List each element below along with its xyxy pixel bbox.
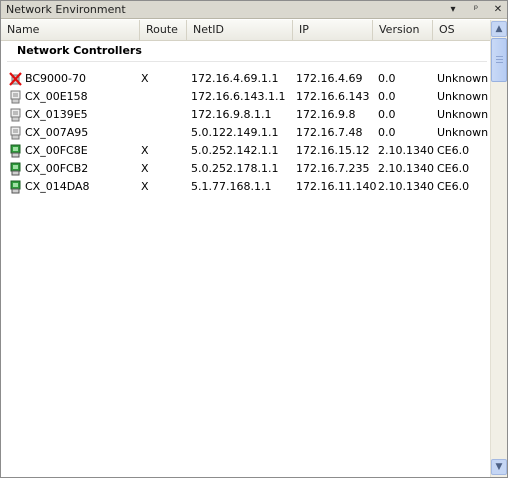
cell-version: 2.10.1340 [378,180,434,193]
scroll-down-button[interactable]: ▼ [491,459,507,475]
column-header-netid[interactable]: NetID [187,20,293,40]
cell-version: 2.10.1340 [378,144,434,157]
cell-name: CX_014DA8 [25,180,90,193]
cell-os: CE6.0 [437,162,470,175]
cell-ip: 172.16.6.143 [296,90,370,103]
cell-ip: 172.16.11.140 [296,180,377,193]
cell-netid: 5.1.77.168.1.1 [191,180,272,193]
cell-ip: 172.16.7.48 [296,126,363,139]
table-row[interactable]: BC9000-70 X 172.16.4.69.1.1 172.16.4.69 0.0 U… [1,70,490,88]
column-header-name[interactable]: Name [1,20,140,40]
column-header-route[interactable]: Route [140,20,187,40]
table-row[interactable]: CX_0139E5 172.16.9.8.1.1 172.16.9.8 0.0 Unkn… [1,106,490,124]
column-header-os[interactable]: OS [433,20,490,40]
thumb-grip [496,59,503,60]
scroll-up-button[interactable]: ▲ [491,21,507,37]
table-row[interactable]: CX_00E158 172.16.6.143.1.1 172.16.6.143 0.0… [1,88,490,106]
table-row[interactable]: CX_00FCB2 X 5.0.252.178.1.1 172.16.7.235 2.1… [1,160,490,178]
device-gray-icon [9,108,22,122]
group-divider [7,61,487,62]
scroll-thumb[interactable] [491,38,507,82]
cell-os: Unknown [437,90,489,103]
cell-netid: 172.16.9.8.1.1 [191,108,272,121]
cell-netid: 172.16.6.143.1.1 [191,90,286,103]
table-row[interactable]: CX_014DA8 X 5.1.77.168.1.1 172.16.11.140 2.1… [1,178,490,196]
cell-netid: 172.16.4.69.1.1 [191,72,279,85]
cell-version: 0.0 [378,72,396,85]
cell-ip: 172.16.9.8 [296,108,356,121]
cell-netid: 5.0.252.142.1.1 [191,144,279,157]
vertical-scrollbar[interactable]: ▲ ▼ [490,20,507,477]
cell-ip: 172.16.7.235 [296,162,370,175]
cell-version: 0.0 [378,108,396,121]
cell-route: X [141,180,149,193]
column-header-version[interactable]: Version [373,20,433,40]
cell-name: BC9000-70 [25,72,86,85]
network-environment-window: Network Environment ▾ ᵖ ✕ Name Route Net… [0,0,508,478]
cell-version: 0.0 [378,126,396,139]
controller-list: Network Controllers BC9000-70 X 172.16.4.6… [1,41,490,477]
cell-version: 0.0 [378,90,396,103]
thumb-grip [496,56,503,57]
cell-os: Unknown [437,72,489,85]
table-row[interactable]: CX_00FC8E X 5.0.252.142.1.1 172.16.15.12 2.1… [1,142,490,160]
cell-version: 2.10.1340 [378,162,434,175]
cell-netid: 5.0.252.178.1.1 [191,162,279,175]
table-row[interactable]: CX_007A95 5.0.122.149.1.1 172.16.7.48 0.0 Un… [1,124,490,142]
cell-name: CX_00E158 [25,90,88,103]
device-gray-icon [9,90,22,104]
cell-os: CE6.0 [437,144,470,157]
cell-name: CX_00FCB2 [25,162,89,175]
device-green-icon [9,144,22,158]
column-header-ip[interactable]: IP [293,20,373,40]
cell-netid: 5.0.122.149.1.1 [191,126,279,139]
cell-os: Unknown [437,126,489,139]
cell-os: CE6.0 [437,180,470,193]
thumb-grip [496,62,503,63]
cell-route: X [141,144,149,157]
cell-ip: 172.16.15.12 [296,144,370,157]
cell-name: CX_00FC8E [25,144,88,157]
device-green-icon [9,180,22,194]
cell-route: X [141,162,149,175]
close-icon[interactable]: ✕ [490,2,506,18]
device-green-icon [9,162,22,176]
window-title: Network Environment [6,3,126,16]
column-header: Name Route NetID IP Version OS [1,20,490,41]
pin-icon[interactable]: ᵖ [468,2,484,18]
cell-route: X [141,72,149,85]
cell-name: CX_0139E5 [25,108,88,121]
cell-name: CX_007A95 [25,126,89,139]
group-header[interactable]: Network Controllers [17,44,142,57]
device-gray-icon [9,126,22,140]
error-device-icon [9,72,22,86]
cell-ip: 172.16.4.69 [296,72,363,85]
cell-os: Unknown [437,108,489,121]
window-dropdown-icon[interactable]: ▾ [445,2,461,18]
title-bar: Network Environment ▾ ᵖ ✕ [1,1,507,19]
